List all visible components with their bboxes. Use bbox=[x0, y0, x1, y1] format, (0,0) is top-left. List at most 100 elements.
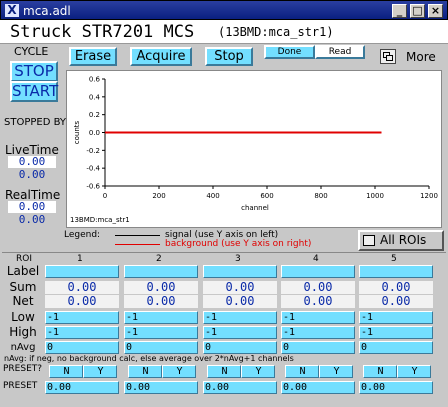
done-indicator[interactable]: Done bbox=[264, 45, 315, 59]
roi-label-input[interactable] bbox=[203, 265, 277, 278]
preset-n-button[interactable]: N bbox=[285, 365, 319, 378]
realtime-value: 0.00 bbox=[8, 201, 56, 213]
y-tick-label: 0.6 bbox=[89, 76, 101, 84]
roi-preset-input[interactable]: 0.00 bbox=[359, 381, 433, 394]
roi-navg-input[interactable]: 0 bbox=[124, 341, 198, 354]
roi-preset-input[interactable]: 0.00 bbox=[203, 381, 277, 394]
roi-label-input[interactable] bbox=[124, 265, 198, 278]
navg-note: nAvg: if neg, no background calc, else a… bbox=[4, 354, 294, 363]
roi-row-label-preset: PRESET bbox=[3, 381, 38, 391]
more-label[interactable]: More bbox=[406, 50, 436, 64]
x-tick-label: 200 bbox=[152, 192, 165, 200]
roi-row-label-high: High bbox=[9, 325, 37, 339]
preset-y-button[interactable]: Y bbox=[319, 365, 353, 378]
roi-net-value: 0.00 bbox=[203, 295, 277, 308]
roi-column-header: 5 bbox=[391, 254, 397, 264]
x-tick-label: 1200 bbox=[420, 192, 438, 200]
window-titlebar: X mca.adl _ □ × bbox=[0, 0, 448, 20]
x-axis-label: channel bbox=[241, 204, 269, 212]
roi-label-input[interactable] bbox=[45, 265, 119, 278]
preset-n-button[interactable]: N bbox=[49, 365, 83, 378]
roi-preset-input[interactable]: 0.00 bbox=[45, 381, 119, 394]
legend-background-swatch bbox=[115, 244, 160, 245]
preset-y-button[interactable]: Y bbox=[162, 365, 196, 378]
roi-navg-input[interactable]: 0 bbox=[281, 341, 355, 354]
more-icon[interactable] bbox=[380, 49, 396, 64]
roi-sum-value: 0.00 bbox=[45, 281, 119, 294]
roi-net-value: 0.00 bbox=[359, 295, 433, 308]
legend-label: Legend: bbox=[64, 230, 101, 240]
roi-preset-input[interactable]: 0.00 bbox=[281, 381, 355, 394]
roi-sum-value: 0.00 bbox=[124, 281, 198, 294]
roi-row-label-navg: nAvg bbox=[10, 342, 36, 353]
minimize-button[interactable]: _ bbox=[392, 4, 407, 18]
roi-high-input[interactable]: -1 bbox=[45, 326, 119, 339]
realtime-elapsed: 0.00 bbox=[18, 213, 46, 226]
x-tick-label: 1000 bbox=[366, 192, 384, 200]
preset-n-button[interactable]: N bbox=[128, 365, 162, 378]
y-tick-label: 0.2 bbox=[89, 111, 100, 119]
cycle-start-button[interactable]: START bbox=[10, 81, 58, 102]
roi-navg-input[interactable]: 0 bbox=[359, 341, 433, 354]
roi-high-input[interactable]: -1 bbox=[281, 326, 355, 339]
livetime-value: 0.00 bbox=[8, 156, 56, 168]
maximize-button[interactable]: □ bbox=[410, 4, 425, 18]
legend-signal-swatch bbox=[115, 235, 160, 236]
preset-n-button[interactable]: N bbox=[363, 365, 397, 378]
roi-low-input[interactable]: -1 bbox=[124, 311, 198, 324]
roi-column-header: 1 bbox=[77, 254, 83, 264]
x-tick-label: 800 bbox=[314, 192, 327, 200]
roi-sum-value: 0.00 bbox=[281, 281, 355, 294]
x-tick-label: 400 bbox=[206, 192, 219, 200]
roi-label-input[interactable] bbox=[359, 265, 433, 278]
read-button[interactable]: Read bbox=[315, 45, 365, 59]
roi-column-header: 3 bbox=[235, 254, 241, 264]
y-tick-label: 0.4 bbox=[89, 93, 101, 101]
acquire-button[interactable]: Acquire bbox=[130, 47, 192, 66]
preset-y-button[interactable]: Y bbox=[397, 365, 431, 378]
roi-row-label-label: Label bbox=[6, 264, 40, 278]
device-title: Struck STR7201 MCS bbox=[10, 22, 195, 42]
cycle-label: CYCLE bbox=[14, 45, 49, 58]
erase-button[interactable]: Erase bbox=[69, 47, 117, 66]
y-axis-label: counts bbox=[73, 120, 81, 144]
preset-y-button[interactable]: Y bbox=[241, 365, 275, 378]
y-tick-label: -0.2 bbox=[86, 147, 100, 155]
roi-row-label-preset-q: PRESET? bbox=[3, 364, 43, 374]
device-pv: (13BMD:mca_str1) bbox=[218, 25, 334, 39]
roi-low-input[interactable]: -1 bbox=[281, 311, 355, 324]
roi-low-input[interactable]: -1 bbox=[359, 311, 433, 324]
roi-sum-value: 0.00 bbox=[359, 281, 433, 294]
header: Struck STR7201 MCS (13BMD:mca_str1) bbox=[0, 20, 448, 44]
roi-row-label-sum: Sum bbox=[9, 280, 37, 294]
roi-column-header: 4 bbox=[313, 254, 319, 264]
roi-column-header: 2 bbox=[156, 254, 162, 264]
roi-net-value: 0.00 bbox=[124, 295, 198, 308]
all-rois-button[interactable]: All ROIs bbox=[358, 230, 444, 251]
preset-y-button[interactable]: Y bbox=[83, 365, 117, 378]
roi-low-input[interactable]: -1 bbox=[203, 311, 277, 324]
legend-background-text: background (use Y axis on right) bbox=[165, 239, 312, 249]
y-tick-label: -0.6 bbox=[86, 183, 100, 191]
roi-label-input[interactable] bbox=[281, 265, 355, 278]
roi-net-value: 0.00 bbox=[45, 295, 119, 308]
roi-low-input[interactable]: -1 bbox=[45, 311, 119, 324]
plot-area[interactable]: 0 200 400 600 800 1000 1200 0.6 0.4 0.2 0.0 -0.2 -0.… bbox=[66, 70, 442, 228]
y-tick-label: -0.4 bbox=[86, 165, 100, 173]
cycle-stop-button[interactable]: STOP bbox=[10, 61, 58, 82]
roi-row-label-low: Low bbox=[11, 310, 35, 324]
stop-button[interactable]: Stop bbox=[205, 47, 253, 66]
close-button[interactable]: × bbox=[428, 4, 443, 18]
livetime-elapsed: 0.00 bbox=[18, 168, 46, 181]
roi-navg-input[interactable]: 0 bbox=[45, 341, 119, 354]
roi-high-input[interactable]: -1 bbox=[203, 326, 277, 339]
spectrum-chart: 0 200 400 600 800 1000 1200 0.6 0.4 0.2 0.0 -0.2 -0.… bbox=[70, 76, 438, 225]
x-app-icon[interactable]: X bbox=[5, 4, 19, 17]
roi-header: ROI bbox=[16, 254, 32, 264]
roi-preset-input[interactable]: 0.00 bbox=[124, 381, 198, 394]
roi-row-label-net: Net bbox=[12, 294, 34, 308]
preset-n-button[interactable]: N bbox=[207, 365, 241, 378]
roi-navg-input[interactable]: 0 bbox=[203, 341, 277, 354]
roi-high-input[interactable]: -1 bbox=[359, 326, 433, 339]
roi-high-input[interactable]: -1 bbox=[124, 326, 198, 339]
